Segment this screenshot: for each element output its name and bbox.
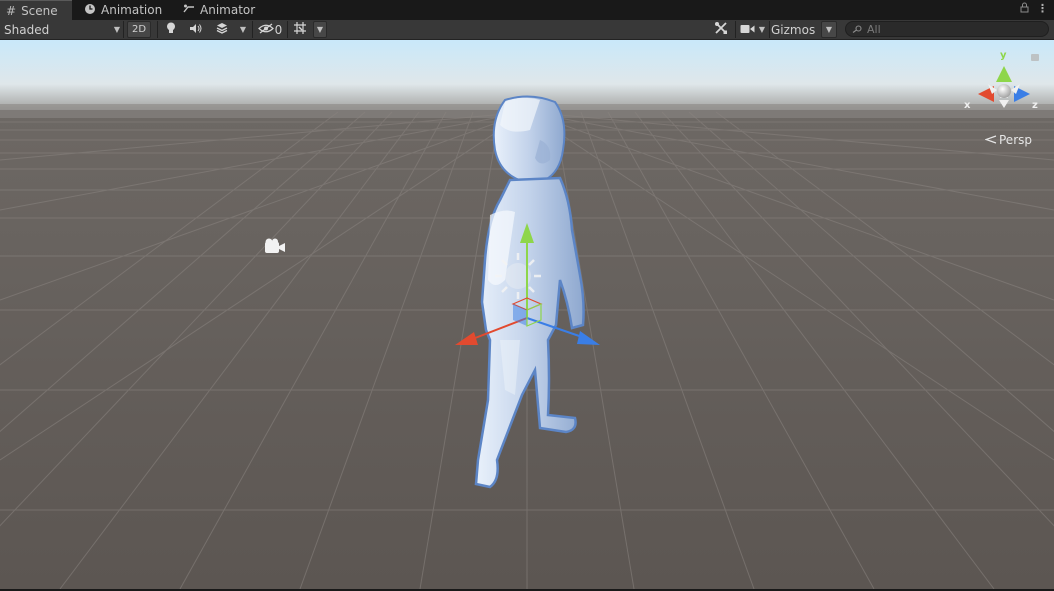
animator-icon: [183, 3, 195, 18]
draw-mode-dropdown[interactable]: Shaded ▼: [4, 21, 120, 38]
camera-settings-dropdown[interactable]: ▼: [756, 21, 768, 38]
search-field[interactable]: [845, 21, 1049, 37]
chevron-down-icon: ▼: [113, 25, 120, 34]
orientation-gizmo[interactable]: y x z: [964, 46, 1044, 126]
tab-label: Animator: [200, 3, 256, 17]
layers-effects-icon: [215, 22, 229, 37]
projection-toggle[interactable]: Persp: [984, 133, 1032, 147]
search-icon: [852, 22, 862, 36]
scene-viewport[interactable]: y x z Persp: [0, 40, 1054, 589]
hidden-count: 0: [274, 22, 283, 37]
tab-animator[interactable]: Animator: [183, 0, 255, 20]
grid-icon: #: [6, 3, 17, 18]
hidden-eye-icon: [257, 23, 274, 37]
kebab-menu-icon[interactable]: ⋮: [1037, 2, 1048, 16]
clock-icon: [84, 3, 96, 18]
tools-icon: [714, 21, 728, 38]
grid-dropdown[interactable]: ▼: [313, 21, 327, 38]
draw-mode-label: Shaded: [4, 22, 50, 37]
scene-visibility-toggle[interactable]: 0: [255, 21, 285, 38]
grid-toggle-button[interactable]: [289, 21, 311, 38]
2d-toggle-button[interactable]: 2D: [127, 21, 151, 38]
axis-z-label: z: [1032, 100, 1038, 111]
video-camera-icon: [740, 23, 755, 37]
tab-label: Animation: [101, 3, 163, 17]
chevron-down-icon: ▼: [316, 25, 324, 34]
scene-tools-button[interactable]: [709, 21, 733, 38]
axis-y-label: y: [1000, 50, 1007, 61]
lighting-toggle-button[interactable]: [160, 21, 182, 38]
tab-label: Scene: [21, 3, 58, 18]
speaker-icon: [189, 23, 202, 37]
gizmos-toggle-button[interactable]: Gizmos: [771, 21, 819, 38]
effects-dropdown[interactable]: ▼: [236, 21, 250, 38]
perspective-icon: [984, 133, 997, 147]
chevron-down-icon: ▼: [825, 25, 833, 34]
tab-window-controls: ⋮: [1020, 2, 1048, 16]
projection-label: Persp: [999, 133, 1032, 147]
scene-canvas: [0, 40, 1054, 589]
effects-toggle-button[interactable]: [210, 21, 234, 38]
camera-settings-button[interactable]: [738, 21, 756, 38]
gizmos-dropdown[interactable]: ▼: [821, 21, 837, 38]
axis-x-label: x: [964, 100, 971, 111]
chevron-down-icon: ▼: [758, 25, 766, 34]
lightbulb-icon: [166, 22, 176, 37]
audio-toggle-button[interactable]: [184, 21, 206, 38]
chevron-down-icon: ▼: [239, 25, 247, 34]
tab-bar: # Scene Animation Animator ⋮: [0, 0, 1054, 20]
tab-animation[interactable]: Animation: [84, 0, 162, 20]
tab-scene[interactable]: # Scene: [0, 0, 72, 20]
lock-icon[interactable]: [1020, 2, 1029, 16]
search-input[interactable]: [867, 22, 1037, 36]
grid-snap-icon: [293, 21, 307, 38]
